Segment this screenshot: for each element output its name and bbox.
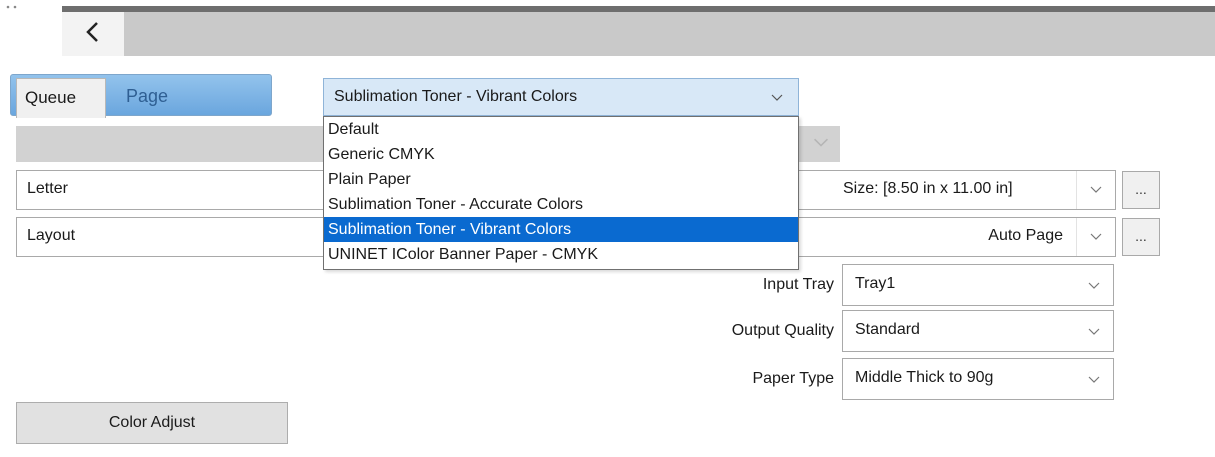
paper-size-value: Size: [8.50 in x 11.00 in] — [843, 180, 1013, 197]
toolbar-area — [124, 12, 1215, 56]
paper-size-label: Letter — [27, 180, 68, 197]
chevron-down-icon[interactable] — [1087, 325, 1101, 339]
chevron-down-icon[interactable] — [1087, 279, 1101, 293]
paper-size-more-button[interactable]: ... — [1122, 171, 1160, 209]
paper-type-value: Middle Thick to 90g — [855, 369, 994, 386]
window-corner-dots-icon — [6, 5, 17, 9]
layout-more-button[interactable]: ... — [1122, 218, 1160, 256]
dropdown-option-selected[interactable]: Sublimation Toner - Vibrant Colors — [324, 217, 798, 242]
output-quality-value: Standard — [855, 321, 920, 338]
dropdown-option[interactable]: Default — [324, 117, 798, 142]
divider — [1076, 171, 1077, 209]
chevron-down-icon[interactable] — [1089, 183, 1103, 197]
dropdown-option[interactable]: Plain Paper — [324, 167, 798, 192]
chevron-down-icon[interactable] — [1089, 230, 1103, 244]
chevron-down-icon[interactable] — [1087, 373, 1101, 387]
color-profile-selected: Sublimation Toner - Vibrant Colors — [334, 88, 578, 105]
output-quality-dropdown[interactable]: Standard — [842, 310, 1114, 352]
layout-value: Auto Page — [988, 227, 1063, 244]
input-tray-value: Tray1 — [855, 275, 896, 292]
color-adjust-button[interactable]: Color Adjust — [16, 402, 288, 444]
color-profile-dropdown[interactable]: Sublimation Toner - Vibrant Colors — [323, 78, 799, 116]
chevron-down-icon[interactable] — [770, 91, 784, 105]
chevron-down-icon — [814, 138, 828, 147]
tab-page[interactable]: Page — [110, 80, 190, 114]
input-tray-dropdown[interactable]: Tray1 — [842, 264, 1114, 306]
layout-label: Layout — [27, 227, 76, 244]
color-profile-options-list: Default Generic CMYK Plain Paper Sublima… — [323, 116, 799, 270]
divider — [1076, 218, 1077, 256]
dropdown-option[interactable]: Generic CMYK — [324, 142, 798, 167]
tab-queue[interactable]: Queue — [16, 78, 106, 118]
chevron-left-icon[interactable] — [78, 17, 108, 47]
input-tray-label: Input Tray — [762, 276, 834, 293]
paper-type-dropdown[interactable]: Middle Thick to 90g — [842, 358, 1114, 400]
output-quality-label: Output Quality — [731, 322, 834, 339]
paper-type-label: Paper Type — [752, 370, 834, 387]
dropdown-option[interactable]: UNINET IColor Banner Paper - CMYK — [324, 242, 798, 267]
dropdown-option[interactable]: Sublimation Toner - Accurate Colors — [324, 192, 798, 217]
